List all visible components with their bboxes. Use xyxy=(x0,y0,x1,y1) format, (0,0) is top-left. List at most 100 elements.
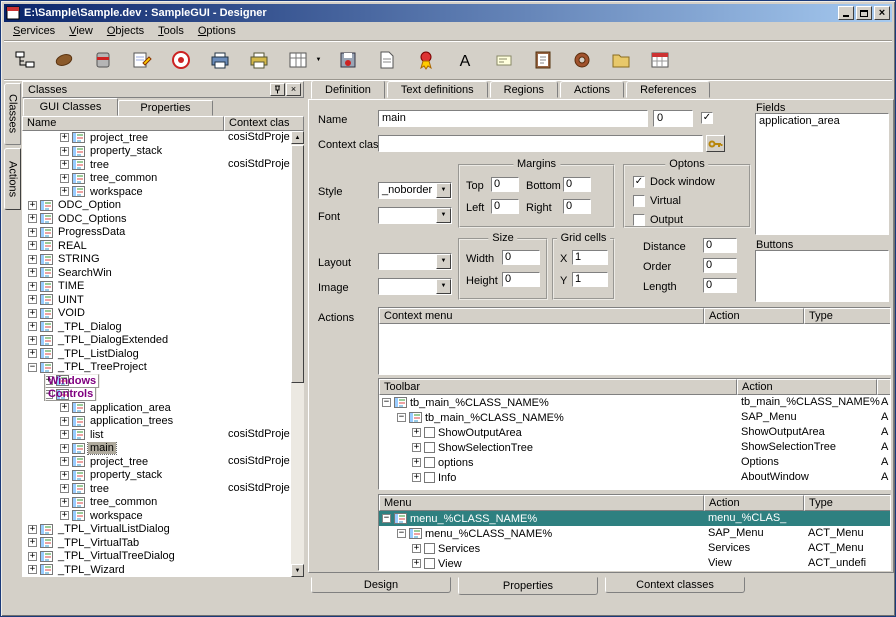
tree-item-project-tree[interactable]: +project_treecosiStdProje xyxy=(22,131,291,145)
column-header-name[interactable]: Name xyxy=(22,116,224,131)
fields-listbox[interactable]: application_area xyxy=(755,113,889,235)
tab-properties[interactable]: Properties xyxy=(118,100,213,116)
tree-item-tpl-dialog[interactable]: +_TPL_Dialog xyxy=(22,320,291,334)
tab-actions[interactable]: Actions xyxy=(560,81,624,98)
font-select[interactable]: ▼ xyxy=(378,207,452,224)
expand-icon[interactable]: + xyxy=(412,544,421,553)
tab-definition[interactable]: Definition xyxy=(311,80,385,99)
target-icon[interactable] xyxy=(166,45,196,75)
table-row-menu-class-name[interactable]: −menu_%CLASS_NAME%SAP_MenuACT_Menu xyxy=(379,526,890,541)
tree-item-tpl-virtualtab[interactable]: +_TPL_VirtualTab xyxy=(22,536,291,550)
bottom-tab-context-classes[interactable]: Context classes xyxy=(605,577,745,593)
tree-item-tpl-listdialog[interactable]: +_TPL_ListDialog xyxy=(22,347,291,361)
folder-icon[interactable] xyxy=(606,45,636,75)
column-header[interactable]: Type xyxy=(804,495,891,511)
tree-item-controls[interactable]: −Controls xyxy=(22,388,291,402)
expand-icon[interactable]: + xyxy=(60,444,69,453)
height-input[interactable]: 0 xyxy=(502,272,540,287)
document-icon[interactable] xyxy=(372,45,402,75)
expand-icon[interactable]: + xyxy=(60,160,69,169)
expand-icon[interactable]: + xyxy=(60,403,69,412)
tree-item-property-stack[interactable]: +property_stack xyxy=(22,145,291,159)
layout-select[interactable]: ▼ xyxy=(378,253,452,270)
option-output[interactable]: Output xyxy=(633,214,683,226)
tree-item-odc-options[interactable]: +ODC_Options xyxy=(22,212,291,226)
expand-icon[interactable]: + xyxy=(28,525,37,534)
option-dock-window[interactable]: Dock window xyxy=(633,176,715,188)
menu-services[interactable]: Services xyxy=(6,23,62,39)
panel-close-button[interactable]: × xyxy=(286,83,301,96)
tree-item-real[interactable]: +REAL xyxy=(22,239,291,253)
table-row-showoutputarea[interactable]: +ShowOutputAreaShowOutputAreaA xyxy=(379,425,890,440)
tree-item-progressdata[interactable]: +ProgressData xyxy=(22,226,291,240)
tag-icon[interactable] xyxy=(489,45,519,75)
tree-item-odc-option[interactable]: +ODC_Option xyxy=(22,199,291,213)
collapse-icon[interactable]: − xyxy=(397,529,406,538)
calendar-icon[interactable] xyxy=(645,45,675,75)
tree-item-void[interactable]: +VOID xyxy=(22,307,291,321)
tree-item-tree[interactable]: +treecosiStdProje xyxy=(22,158,291,172)
tree-item-tpl-treeproject[interactable]: −_TPL_TreeProject xyxy=(22,361,291,375)
length-input[interactable]: 0 xyxy=(703,278,737,293)
column-header[interactable] xyxy=(877,379,891,395)
expand-icon[interactable]: + xyxy=(28,336,37,345)
chevron-down-icon[interactable]: ▼ xyxy=(436,208,451,223)
tree-item-list[interactable]: +listcosiStdProje xyxy=(22,428,291,442)
width-input[interactable]: 0 xyxy=(502,250,540,265)
bottom-input[interactable]: 0 xyxy=(563,177,591,192)
chevron-down-icon[interactable]: ▼ xyxy=(436,279,451,294)
expand-icon[interactable]: + xyxy=(28,214,37,223)
x-input[interactable]: 1 xyxy=(572,250,608,265)
image-select[interactable]: ▼ xyxy=(378,278,452,295)
expand-icon[interactable]: + xyxy=(28,228,37,237)
expand-icon[interactable]: + xyxy=(412,443,421,452)
tree-item-application-trees[interactable]: +application_trees xyxy=(22,415,291,429)
bottom-tab-design[interactable]: Design xyxy=(311,577,451,593)
scroll-up-button[interactable]: ▲ xyxy=(291,131,304,144)
tree-item-workspace[interactable]: +workspace xyxy=(22,185,291,199)
expand-icon[interactable]: + xyxy=(60,471,69,480)
table-row-showselectiontree[interactable]: +ShowSelectionTreeShowSelectionTreeA xyxy=(379,440,890,455)
tree-item-windows[interactable]: +Windows xyxy=(22,374,291,388)
column-header[interactable]: Action xyxy=(704,495,804,511)
option-virtual[interactable]: Virtual xyxy=(633,195,681,207)
expand-icon[interactable]: + xyxy=(28,322,37,331)
expand-icon[interactable]: + xyxy=(28,241,37,250)
column-header[interactable]: Toolbar xyxy=(379,379,737,395)
order-input[interactable]: 0 xyxy=(703,258,737,273)
table-row-tb-main-class-name[interactable]: −tb_main_%CLASS_NAME%tb_main_%CLASS_NAME… xyxy=(379,395,890,410)
expand-icon[interactable]: + xyxy=(28,295,37,304)
expand-icon[interactable]: + xyxy=(28,282,37,291)
tree-item-tpl-dialogextended[interactable]: +_TPL_DialogExtended xyxy=(22,334,291,348)
save-red-icon[interactable] xyxy=(333,45,363,75)
expand-icon[interactable]: + xyxy=(60,174,69,183)
chevron-down-icon[interactable]: ▼ xyxy=(436,183,451,198)
tree-item-string[interactable]: +STRING xyxy=(22,253,291,267)
table-row-tb-main-class-name[interactable]: −tb_main_%CLASS_NAME%SAP_MenuA xyxy=(379,410,890,425)
tree-item-main[interactable]: +main xyxy=(22,442,291,456)
tree-item-tpl-wizard[interactable]: +_TPL_Wizard xyxy=(22,563,291,577)
tree-item-tpl-virtualtreedialog[interactable]: +_TPL_VirtualTreeDialog xyxy=(22,550,291,564)
tab-text-definitions[interactable]: Text definitions xyxy=(387,81,488,98)
expand-icon[interactable]: + xyxy=(28,349,37,358)
menu-tools[interactable]: Tools xyxy=(151,23,191,39)
expand-icon[interactable]: + xyxy=(60,133,69,142)
expand-icon[interactable]: + xyxy=(60,511,69,520)
tree-item-time[interactable]: +TIME xyxy=(22,280,291,294)
tree-item-tree[interactable]: +treecosiStdProje xyxy=(22,482,291,496)
table-row-info[interactable]: +InfoAboutWindowA xyxy=(379,470,890,485)
buttons-listbox[interactable] xyxy=(755,250,889,302)
title-bar[interactable]: E:\Sample\Sample.dev : SampleGUI - Desig… xyxy=(4,4,892,22)
donut-icon[interactable] xyxy=(567,45,597,75)
tree-item-uint[interactable]: +UINT xyxy=(22,293,291,307)
column-header[interactable]: Type xyxy=(804,308,891,324)
toolbar-table[interactable]: ToolbarAction−tb_main_%CLASS_NAME%tb_mai… xyxy=(378,378,891,490)
expand-icon[interactable]: + xyxy=(28,552,37,561)
hierarchy-icon[interactable] xyxy=(10,45,40,75)
tree-item-property-stack[interactable]: +property_stack xyxy=(22,469,291,483)
tab-regions[interactable]: Regions xyxy=(490,81,558,98)
ledger-icon[interactable] xyxy=(528,45,558,75)
edit-icon[interactable] xyxy=(127,45,157,75)
left-input[interactable]: 0 xyxy=(491,199,519,214)
menu-table[interactable]: MenuActionType−menu_%CLASS_NAME%menu_%CL… xyxy=(378,494,891,571)
